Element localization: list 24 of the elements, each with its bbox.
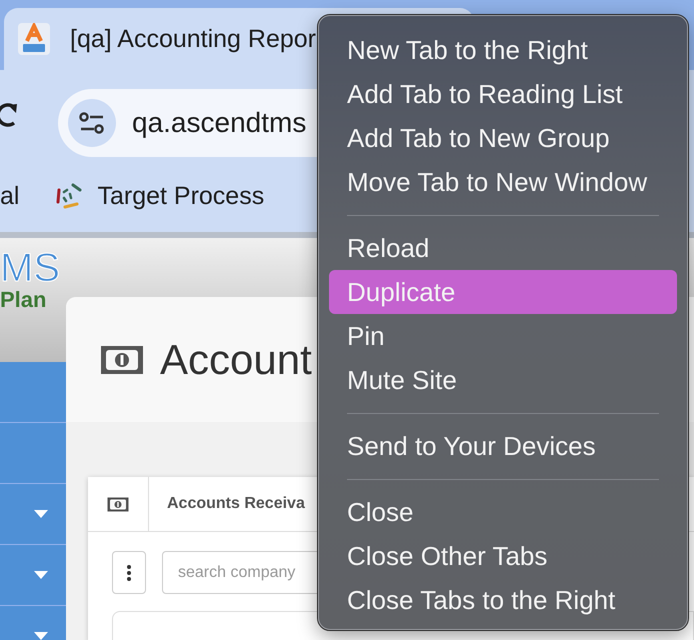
- money-icon: [107, 496, 129, 512]
- menu-item[interactable]: Pin: [329, 314, 677, 358]
- favicon-icon: [18, 23, 50, 55]
- tune-icon[interactable]: [79, 112, 105, 134]
- menu-item[interactable]: Mute Site: [329, 358, 677, 402]
- logo-text: MS: [0, 248, 60, 288]
- caret-icon: [34, 571, 48, 579]
- bookmark[interactable]: al: [0, 182, 20, 210]
- kebab-icon: [127, 564, 131, 580]
- bookmark[interactable]: Target Process: [97, 182, 264, 210]
- more-button[interactable]: [112, 551, 146, 594]
- page-title: Account: [160, 336, 312, 384]
- menu-item[interactable]: Close: [329, 490, 677, 534]
- logo-subtitle: Plan: [0, 288, 46, 312]
- panel-title: Accounts Receiva: [166, 495, 305, 513]
- menu-item[interactable]: Move Tab to New Window: [329, 160, 677, 204]
- reload-icon[interactable]: [0, 101, 18, 129]
- menu-item[interactable]: Reload: [329, 226, 677, 270]
- money-icon: [100, 344, 144, 374]
- caret-icon: [34, 510, 48, 518]
- menu-item[interactable]: Send to Your Devices: [329, 424, 677, 468]
- caret-icon: [34, 632, 48, 640]
- menu-item[interactable]: Duplicate: [329, 270, 677, 314]
- dots-logo-icon: [55, 182, 84, 210]
